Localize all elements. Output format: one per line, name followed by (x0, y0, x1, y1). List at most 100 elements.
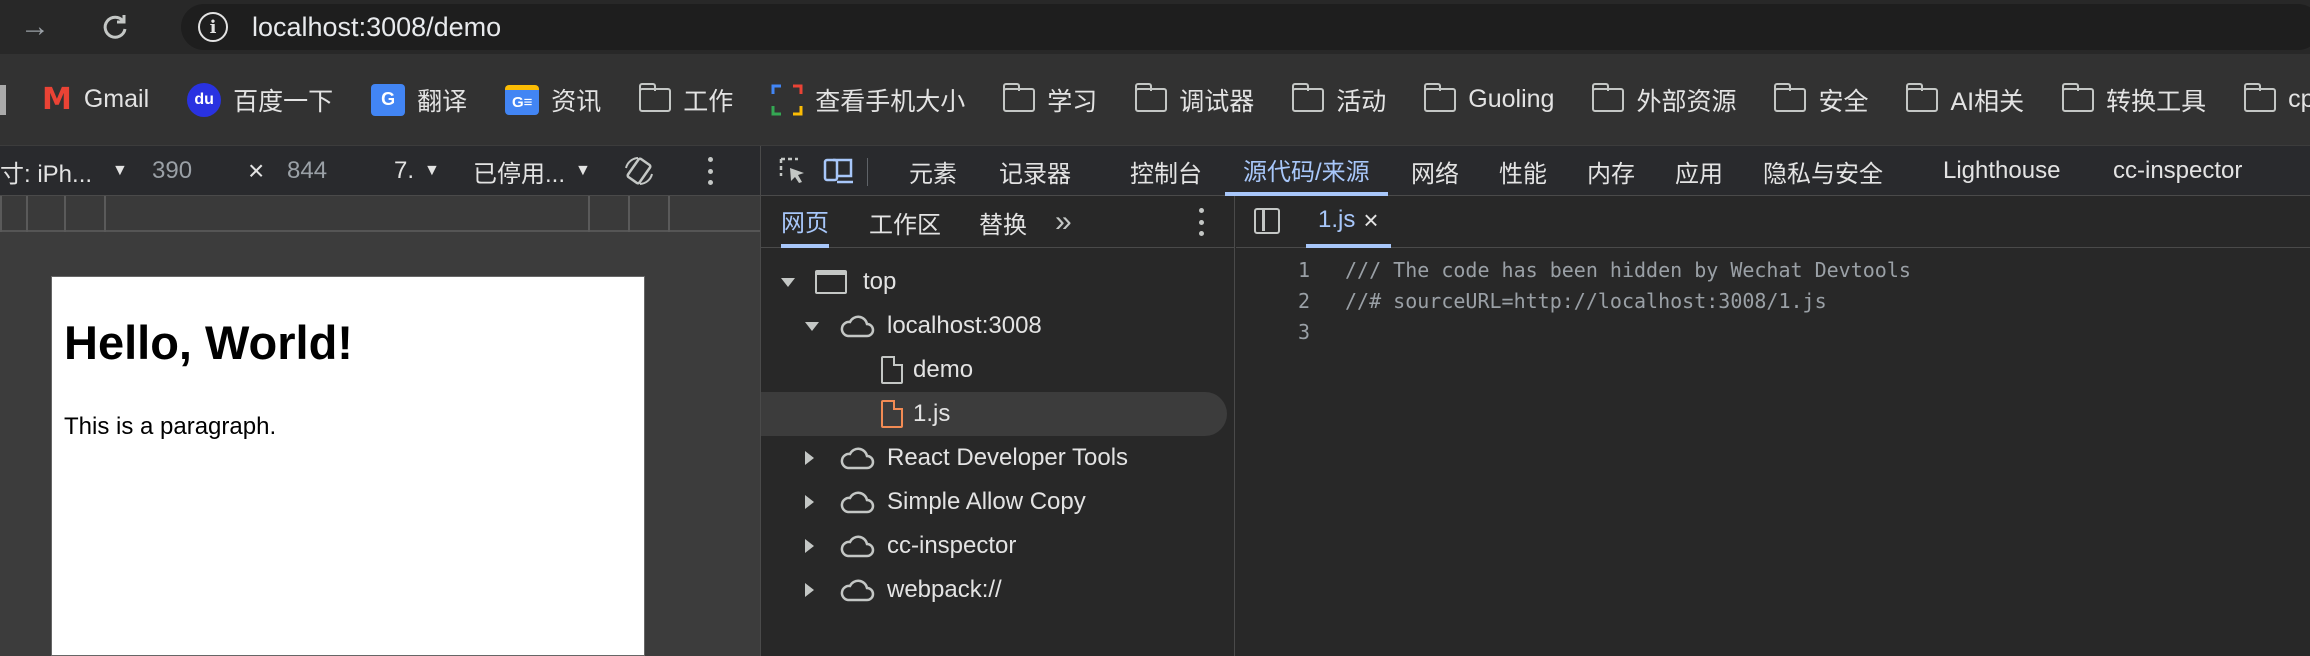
devtools-tab-2[interactable]: 控制台 (1130, 146, 1202, 196)
tab-workspace[interactable]: 工作区 (869, 196, 941, 248)
caret-right-icon[interactable] (805, 495, 814, 509)
device-more-button[interactable] (708, 146, 714, 196)
browser-toolbar: → i localhost:3008/demo (0, 0, 2310, 54)
code-editor: 1.js × 1 /// The code has been hidden by … (1236, 196, 2310, 656)
folder-icon (638, 82, 672, 112)
tree-item[interactable]: React Developer Tools (761, 436, 1227, 480)
bookmark-label: cpol (2288, 85, 2310, 113)
bookmark-6[interactable]: 学习 (1002, 82, 1097, 118)
throttle-select[interactable]: 已停用... ▼ (473, 146, 591, 196)
code-line[interactable]: 1 /// The code has been hidden by Wechat … (1236, 254, 1911, 285)
device-toggle-button[interactable] (817, 146, 861, 196)
sources-navigator: 网页 工作区 替换 » top localhost:3008 demo 1.js Rea… (761, 196, 1235, 656)
bookmark-10[interactable]: 外部资源 (1591, 82, 1736, 118)
tree-item[interactable]: cc-inspector (761, 524, 1227, 568)
tree-item[interactable]: top (761, 260, 1227, 304)
bookmark-8[interactable]: 活动 (1291, 82, 1386, 118)
rotate-icon (625, 157, 653, 185)
bookmark-label: 转换工具 (2106, 87, 2207, 116)
devtools-tabbar: 元素 记录器 控制台 源代码/来源 网络 性能 内存 应用 隐私与安全 Lighthouse cc-… (761, 146, 2310, 196)
devtools-tab-3[interactable]: 源代码/来源 (1225, 146, 1388, 196)
devtools-panel: 元素 记录器 控制台 源代码/来源 网络 性能 内存 应用 隐私与安全 Lighthouse cc-… (760, 146, 2310, 656)
devtools-tab-9[interactable]: Lighthouse (1943, 146, 2060, 196)
devtools-tab-4[interactable]: 网络 (1411, 146, 1459, 196)
caret-down-icon[interactable] (805, 321, 819, 331)
file-js-icon (881, 400, 903, 428)
inspect-icon (779, 157, 804, 183)
editor-tabs: 1.js × (1236, 196, 2310, 248)
devtools-tab-1[interactable]: 记录器 (999, 146, 1071, 196)
apps-grip-icon[interactable] (0, 84, 6, 115)
tree-item[interactable]: webpack:// (761, 568, 1227, 612)
frame-icon (815, 270, 847, 294)
device-toolbar: 寸: iPh... ▼ 390 × 844 7. ▼ 已停用... ▼ (0, 146, 760, 196)
forward-button[interactable]: → (15, 7, 55, 47)
editor-tab-1js[interactable]: 1.js × (1306, 196, 1391, 248)
caret-right-icon[interactable] (805, 539, 814, 553)
devtools-tab-8[interactable]: 隐私与安全 (1763, 146, 1883, 196)
cloud-icon (839, 315, 875, 338)
devtools-tab-0[interactable]: 元素 (909, 146, 957, 196)
site-info-icon[interactable]: i (198, 12, 228, 42)
device-select-caret-icon[interactable]: ▼ (102, 146, 128, 196)
code-line[interactable]: 3 (1236, 316, 1345, 347)
bookmark-11[interactable]: 安全 (1773, 82, 1869, 118)
rotate-button[interactable] (622, 146, 656, 196)
line-number: 3 (1297, 319, 1310, 344)
more-tabs-button[interactable]: » (1055, 196, 1072, 248)
bookmark-0[interactable]: M Gmail (42, 82, 149, 117)
devtools-tab-7[interactable]: 应用 (1675, 146, 1723, 196)
reload-button[interactable] (95, 7, 135, 47)
tree-item[interactable]: demo (761, 348, 1227, 392)
bookmark-label: 工作 (683, 87, 734, 116)
tab-page[interactable]: 网页 (781, 196, 829, 248)
bookmark-3[interactable]: G≡ 资讯 (505, 82, 601, 118)
zoom-select[interactable]: 7. ▼ (394, 146, 440, 196)
bookmark-9[interactable]: Guoling (1423, 82, 1554, 114)
bookmark-13[interactable]: 转换工具 (2061, 82, 2207, 118)
dimension-swap-icon[interactable]: × (248, 146, 264, 196)
bookmark-label: 翻译 (417, 87, 468, 116)
throttle-value: 已停用... (473, 160, 566, 188)
device-select[interactable]: 寸: iPh... (0, 146, 92, 196)
bookmark-14[interactable]: cpol (2243, 82, 2310, 114)
devtools-tab-10[interactable]: cc-inspector (2113, 146, 2242, 196)
ruler-tick (668, 196, 670, 232)
code-line[interactable]: 2 //# sourceURL=http://localhost:3008/1.j… (1236, 285, 1827, 316)
bookmark-12[interactable]: AI相关 (1905, 82, 2024, 118)
tree-item[interactable]: Simple Allow Copy (761, 480, 1227, 524)
tree-item[interactable]: localhost:3008 (761, 304, 1227, 348)
device-name: 寸: iPh... (0, 160, 93, 188)
tree-item-label: localhost:3008 (887, 312, 1042, 339)
tab-overrides[interactable]: 替换 (979, 196, 1027, 248)
folder-icon (2243, 82, 2277, 112)
bookmark-4[interactable]: 工作 (638, 82, 734, 118)
tree-item[interactable]: 1.js (761, 392, 1227, 436)
width-input[interactable]: 390 (152, 146, 192, 196)
caret-down-icon[interactable] (781, 277, 795, 287)
measure-icon (771, 84, 803, 116)
bookmark-7[interactable]: 调试器 (1134, 82, 1254, 118)
folder-icon (1002, 82, 1036, 112)
height-input[interactable]: 844 (287, 146, 327, 196)
inspect-element-button[interactable] (771, 146, 815, 196)
devtools-tab-5[interactable]: 性能 (1499, 146, 1547, 196)
devtools-tab-6[interactable]: 内存 (1587, 146, 1635, 196)
tree-item-label: 1.js (913, 400, 951, 427)
bookmark-label: 安全 (1818, 87, 1869, 116)
bookmark-1[interactable]: du 百度一下 (187, 82, 333, 118)
address-bar[interactable]: i localhost:3008/demo (181, 4, 2310, 50)
cloud-icon (839, 535, 875, 558)
caret-right-icon[interactable] (805, 451, 814, 465)
folder-icon (1134, 82, 1168, 112)
navigator-menu-icon[interactable] (1199, 208, 1205, 236)
close-icon[interactable]: × (1363, 205, 1378, 236)
bookmark-5[interactable]: 查看手机大小 (771, 82, 965, 118)
url-text[interactable]: localhost:3008/demo (252, 12, 501, 43)
caret-right-icon[interactable] (805, 583, 814, 597)
page-heading: Hello, World! (64, 316, 353, 369)
bookmark-2[interactable]: G 翻译 (371, 82, 467, 118)
baidu-icon: du (187, 82, 222, 117)
toggle-navigator-icon[interactable] (1254, 208, 1280, 234)
emulated-viewport[interactable]: Hello, World! This is a paragraph. (51, 276, 645, 656)
